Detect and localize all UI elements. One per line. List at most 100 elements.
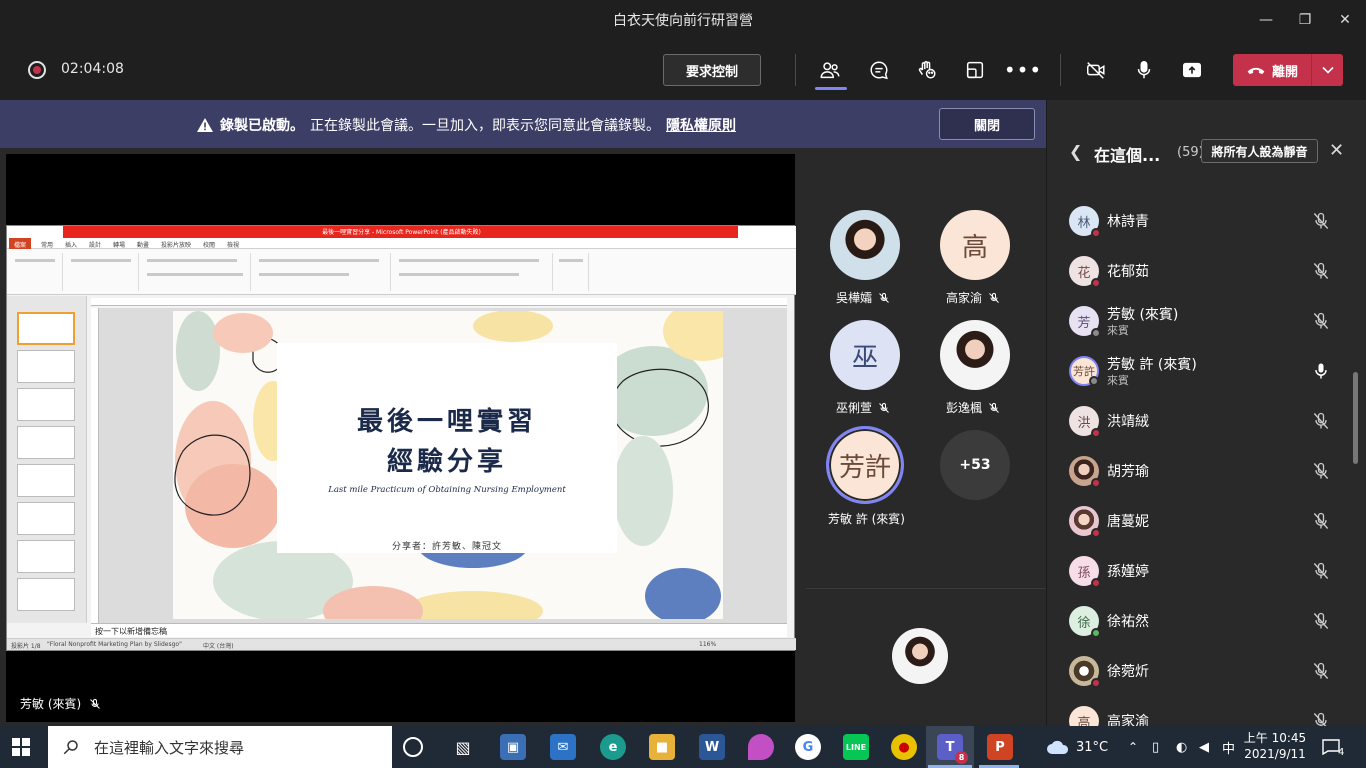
file-explorer-icon[interactable]: ■ (649, 734, 675, 760)
privacy-policy-link[interactable]: 隱私權原則 (666, 115, 736, 135)
ppt-ribbon (7, 249, 796, 295)
request-control-button[interactable]: 要求控制 (663, 54, 761, 86)
mic-off-icon[interactable] (1311, 611, 1331, 631)
mail-icon[interactable]: ✉ (550, 734, 576, 760)
mic-off-icon[interactable] (1311, 561, 1331, 581)
teams-badge: 8 (955, 751, 968, 764)
panel-scrollbar[interactable] (1353, 372, 1358, 464)
dismiss-banner-button[interactable]: 關閉 (939, 108, 1035, 140)
presence-status-icon (1091, 478, 1101, 488)
participant-row[interactable]: 洪洪靖絨 (1047, 397, 1366, 447)
mic-on-icon[interactable] (1311, 361, 1331, 381)
back-chevron-icon[interactable]: ❮ (1069, 142, 1082, 161)
participant-name: 芳敏 (來賓) (1107, 307, 1179, 323)
chrome-icon[interactable]: G (795, 734, 821, 760)
presence-status-icon (1091, 678, 1101, 688)
participant-row[interactable]: 芳芳敏 (來賓) 來賓 (1047, 297, 1366, 347)
leave-main[interactable]: 離開 (1233, 54, 1311, 86)
taskbar-clock[interactable]: 上午 10:45 2021/9/11 (1240, 730, 1310, 762)
mic-off-icon[interactable] (1311, 511, 1331, 531)
leave-button[interactable]: 離開 (1233, 54, 1343, 86)
edge-icon[interactable]: e (600, 734, 626, 760)
leave-options-chevron-icon[interactable] (1311, 54, 1343, 86)
slide-thumbnail (17, 350, 75, 383)
participant-avatar: 林 (1069, 206, 1101, 238)
slide-title-line-2: 經驗分享 (386, 447, 507, 477)
mic-off-icon[interactable] (1311, 461, 1331, 481)
recording-message: 正在錄製此會議。一旦加入，即表示您同意此會議錄製。 (310, 118, 660, 134)
close-panel-icon[interactable]: ✕ (1329, 140, 1344, 161)
mic-off-icon[interactable] (1311, 311, 1331, 331)
current-slide: 最後一哩實習 經驗分享 Last mile Practicum of Obtai… (173, 311, 723, 619)
participant-row[interactable]: 唐蔓妮 (1047, 497, 1366, 547)
ime-indicator[interactable]: 中 (1222, 726, 1235, 768)
participant-avatar (1069, 656, 1101, 688)
tray-chevron-icon[interactable]: ⌃ (1128, 726, 1138, 768)
teams-icon[interactable]: T8 (937, 734, 968, 764)
ppt-ribbon-tabs: 檔案 常用 插入 設計 轉場 動畫 投影片放映 校閱 檢視 (7, 238, 796, 249)
app-icon[interactable]: ● (891, 734, 917, 760)
reactions-icon[interactable] (913, 56, 941, 84)
rooms-icon[interactable] (961, 56, 989, 84)
weather[interactable]: 31°C (1046, 726, 1108, 768)
windows-start-icon[interactable] (12, 738, 30, 756)
participant-row[interactable]: 花花郁茹 (1047, 247, 1366, 297)
avatar: 巫 (830, 320, 900, 390)
mic-off-icon[interactable] (1311, 411, 1331, 431)
mic-off-icon[interactable] (1311, 661, 1331, 681)
people-icon[interactable] (816, 56, 844, 84)
hang-up-icon (1247, 67, 1265, 75)
cortana-icon[interactable] (403, 737, 423, 757)
vertical-ruler (91, 308, 99, 623)
store-icon[interactable]: ▣ (500, 734, 526, 760)
participant-name: 高家渝 (946, 291, 983, 305)
mute-all-button[interactable]: 將所有人設為靜音 (1201, 139, 1318, 163)
presence-status-icon (1091, 528, 1101, 538)
participant-name: 芳敏 許 (來賓) (828, 512, 905, 526)
wifi-icon[interactable]: ◐ (1176, 726, 1187, 768)
powerpoint-icon[interactable]: P (987, 734, 1013, 760)
participant-row[interactable]: 芳許 芳敏 許 (來賓) 來賓 (1047, 347, 1366, 397)
ppt-slide-thumbnails (7, 296, 87, 623)
taskbar-search[interactable]: 在這裡輸入文字來搜尋 (48, 726, 392, 768)
status-slide-count: 投影片 1/8 (11, 643, 41, 650)
word-icon[interactable]: W (699, 734, 725, 760)
avatar: 芳許 (826, 426, 904, 504)
participant-row[interactable]: 徐菀炘 (1047, 647, 1366, 697)
line-icon[interactable]: LINE (843, 734, 869, 760)
participant-name: 彭逸楓 (946, 401, 983, 415)
participant-row[interactable]: 徐徐祐然 (1047, 597, 1366, 647)
participant-row[interactable]: 林林詩青 (1047, 197, 1366, 247)
windows-taskbar: 在這裡輸入文字來搜尋 ▧ ▣ ✉ e ■ W G LINE ● T8 P 31°… (0, 726, 1366, 768)
leave-label: 離開 (1271, 64, 1298, 80)
mic-off-icon[interactable] (1311, 261, 1331, 281)
notification-center[interactable]: 4 (1322, 726, 1344, 768)
close-window-icon[interactable]: ✕ (1333, 8, 1357, 32)
panel-header: ❮ 在這個... (59) 將所有人設為靜音 ✕ (1047, 100, 1366, 200)
banner-text: 錄製已啟動。 正在錄製此會議。一旦加入，即表示您同意此會議錄製。 隱私權原則 (196, 115, 736, 135)
status-zoom: 116% (699, 641, 717, 648)
microphone-icon[interactable] (1130, 56, 1158, 84)
ppt-tab: 設計 (89, 242, 102, 249)
mic-off-icon[interactable] (1311, 211, 1331, 231)
participant-row[interactable]: 孫孫嫤婷 (1047, 547, 1366, 597)
slide-thumbnail (17, 464, 75, 497)
participant-name: 洪靖絨 (1107, 414, 1149, 430)
battery-icon[interactable]: ▯ (1152, 726, 1159, 768)
maximize-icon[interactable]: ❐ (1293, 8, 1317, 32)
participant-row[interactable]: 胡芳瑜 (1047, 447, 1366, 497)
participant-name: 徐菀炘 (1107, 664, 1149, 680)
paint-3d-icon[interactable] (748, 734, 774, 760)
chat-icon[interactable] (865, 56, 893, 84)
slide-thumbnail (17, 426, 75, 459)
volume-icon[interactable]: ◀ (1199, 726, 1209, 768)
more-actions-icon[interactable]: ••• (1004, 56, 1041, 84)
ppt-tab: 插入 (65, 242, 78, 249)
recording-icon (28, 61, 46, 79)
minimize-icon[interactable]: — (1254, 8, 1278, 32)
slide-subtitle: Last mile Practicum of Obtaining Nursing… (328, 485, 566, 495)
task-view-icon[interactable]: ▧ (450, 734, 476, 760)
camera-off-icon[interactable] (1082, 56, 1110, 84)
search-placeholder: 在這裡輸入文字來搜尋 (94, 738, 245, 757)
share-screen-icon[interactable] (1178, 56, 1206, 84)
